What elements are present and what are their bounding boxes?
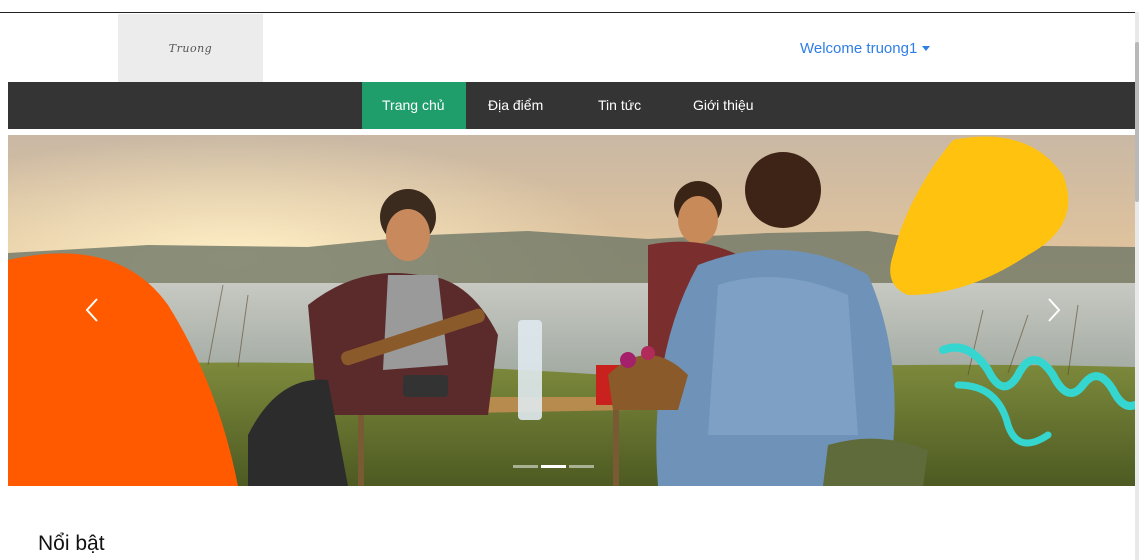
- main-navbar: Trang chủ Địa điểm Tin tức Giới thiệu: [8, 82, 1135, 129]
- section-title-featured: Nổi bật: [38, 532, 105, 555]
- caret-down-icon: [922, 46, 931, 51]
- nav-item-label: Trang chủ: [382, 97, 445, 113]
- carousel-indicator-1[interactable]: [513, 465, 538, 468]
- hero-carousel: [8, 135, 1135, 486]
- top-divider: [0, 12, 1139, 13]
- user-menu-toggle[interactable]: Welcome truong1: [800, 40, 931, 57]
- welcome-label: Welcome truong1: [800, 40, 918, 57]
- nav-item-label: Địa điểm: [488, 97, 544, 113]
- carousel-indicator-2[interactable]: [541, 465, 566, 468]
- scrollbar-thumb[interactable]: [1135, 42, 1139, 202]
- logo-signature: Truong: [168, 41, 213, 55]
- carousel-next-button[interactable]: [1038, 295, 1068, 325]
- hero-slide-image: [8, 135, 1135, 486]
- page: Truong Welcome truong1 Trang chủ Địa điể…: [0, 0, 1139, 560]
- chevron-left-icon: [85, 298, 98, 322]
- carousel-indicator-3[interactable]: [569, 465, 594, 468]
- nav-item-news[interactable]: Tin tức: [578, 82, 661, 129]
- nav-item-places[interactable]: Địa điểm: [468, 82, 563, 129]
- site-logo[interactable]: Truong: [118, 14, 263, 82]
- nav-item-label: Tin tức: [598, 97, 642, 113]
- carousel-prev-button[interactable]: [78, 295, 108, 325]
- nav-item-label: Giới thiệu: [693, 97, 754, 113]
- nav-item-about[interactable]: Giới thiệu: [673, 82, 774, 129]
- chevron-right-icon: [1048, 298, 1061, 322]
- scrollbar-track[interactable]: [1135, 12, 1139, 560]
- nav-item-home[interactable]: Trang chủ: [362, 82, 466, 129]
